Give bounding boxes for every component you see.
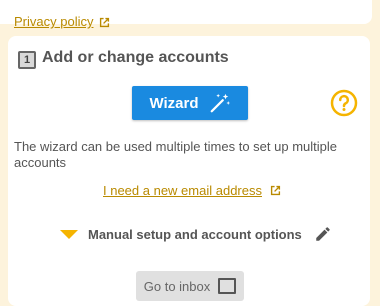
new-email-label: I need a new email address xyxy=(103,183,262,198)
manual-setup-toggle[interactable]: Manual setup and account options xyxy=(60,225,332,243)
wizard-button-label: Wizard xyxy=(149,94,199,112)
external-link-icon xyxy=(100,17,110,27)
wizard-button[interactable]: Wizard xyxy=(132,86,248,120)
triangle-down-icon xyxy=(60,229,78,239)
help-icon[interactable] xyxy=(330,89,358,117)
inbox-icon xyxy=(218,278,237,294)
privacy-policy-label: Privacy policy xyxy=(14,14,94,29)
manual-setup-label: Manual setup and account options xyxy=(88,226,302,242)
pencil-icon xyxy=(316,227,330,241)
section-title: Add or change accounts xyxy=(42,49,229,66)
go-to-inbox-label: Go to inbox xyxy=(143,278,211,294)
new-email-link[interactable]: I need a new email address xyxy=(103,183,281,198)
external-link-icon xyxy=(270,185,281,196)
privacy-policy-link[interactable]: Privacy policy xyxy=(14,12,110,32)
accounts-section-card: 1 Add or change accounts Wizard The wiza… xyxy=(8,36,370,306)
magic-wand-icon xyxy=(210,93,230,113)
go-to-inbox-button[interactable]: Go to inbox xyxy=(136,271,244,301)
step-number-badge: 1 xyxy=(18,51,36,69)
wizard-description: The wizard can be used multiple times to… xyxy=(14,139,337,170)
